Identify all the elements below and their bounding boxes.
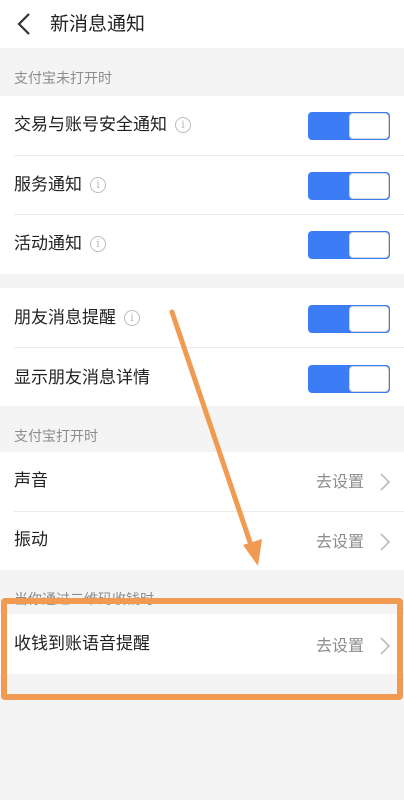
section-label-app-closed: 支付宝未打开时 (14, 71, 112, 87)
info-icon[interactable]: i (90, 177, 106, 193)
chevron-right-icon[interactable] (378, 531, 392, 553)
toggle-service[interactable] (308, 172, 390, 200)
info-icon[interactable]: i (124, 310, 140, 326)
toggle-knob (349, 366, 389, 392)
row-vibrate-label: 振动 (14, 530, 48, 550)
row-label-text: 交易与账号安全通知 (14, 115, 167, 135)
toggle-friend-reminder[interactable] (308, 305, 390, 333)
row-service-label: 服务通知 i (14, 173, 106, 197)
divider (14, 214, 404, 215)
row-voice-alert-value[interactable]: 去设置 (316, 634, 364, 658)
row-label-text: 朋友消息提醒 (14, 308, 116, 328)
row-sound-label: 声音 (14, 471, 48, 491)
toggle-knob (349, 113, 389, 139)
top-bar: 新消息通知 (0, 0, 404, 48)
chevron-right-icon[interactable] (378, 635, 392, 657)
row-trade-security-label: 交易与账号安全通知 i (14, 113, 191, 137)
row-activity-label: 活动通知 i (14, 232, 106, 256)
toggle-knob (349, 173, 389, 199)
divider (14, 155, 404, 156)
row-label-text: 活动通知 (14, 234, 82, 254)
section-label-qr-receive: 当你通过二维码收钱时 (14, 592, 154, 608)
divider (14, 511, 404, 512)
group-friends: 朋友消息提醒 i 显示朋友消息详情 (0, 288, 404, 406)
section-label-app-open: 支付宝打开时 (14, 429, 98, 445)
group-qr-receive: 收钱到账语音提醒 去设置 (0, 614, 404, 674)
toggle-activity[interactable] (308, 231, 390, 259)
row-sound-value[interactable]: 去设置 (316, 470, 364, 494)
row-voice-alert-label: 收钱到账语音提醒 (14, 634, 150, 654)
row-label-text: 显示朋友消息详情 (14, 368, 150, 388)
toggle-trade-security[interactable] (308, 112, 390, 140)
back-chevron-icon[interactable] (14, 11, 34, 37)
group-app-open: 声音 去设置 振动 去设置 (0, 452, 404, 570)
row-vibrate-value[interactable]: 去设置 (316, 530, 364, 554)
row-friend-detail-label: 显示朋友消息详情 (14, 366, 150, 390)
toggle-friend-detail[interactable] (308, 365, 390, 393)
toggle-knob (349, 232, 389, 258)
info-icon[interactable]: i (90, 236, 106, 252)
info-icon[interactable]: i (175, 117, 191, 133)
group-app-closed: 交易与账号安全通知 i 服务通知 i 活动通知 i (0, 96, 404, 274)
row-friend-reminder-label: 朋友消息提醒 i (14, 306, 140, 330)
page-title: 新消息通知 (50, 13, 146, 35)
divider (14, 347, 404, 348)
chevron-right-icon[interactable] (378, 471, 392, 493)
row-label-text: 服务通知 (14, 175, 82, 195)
toggle-knob (349, 306, 389, 332)
